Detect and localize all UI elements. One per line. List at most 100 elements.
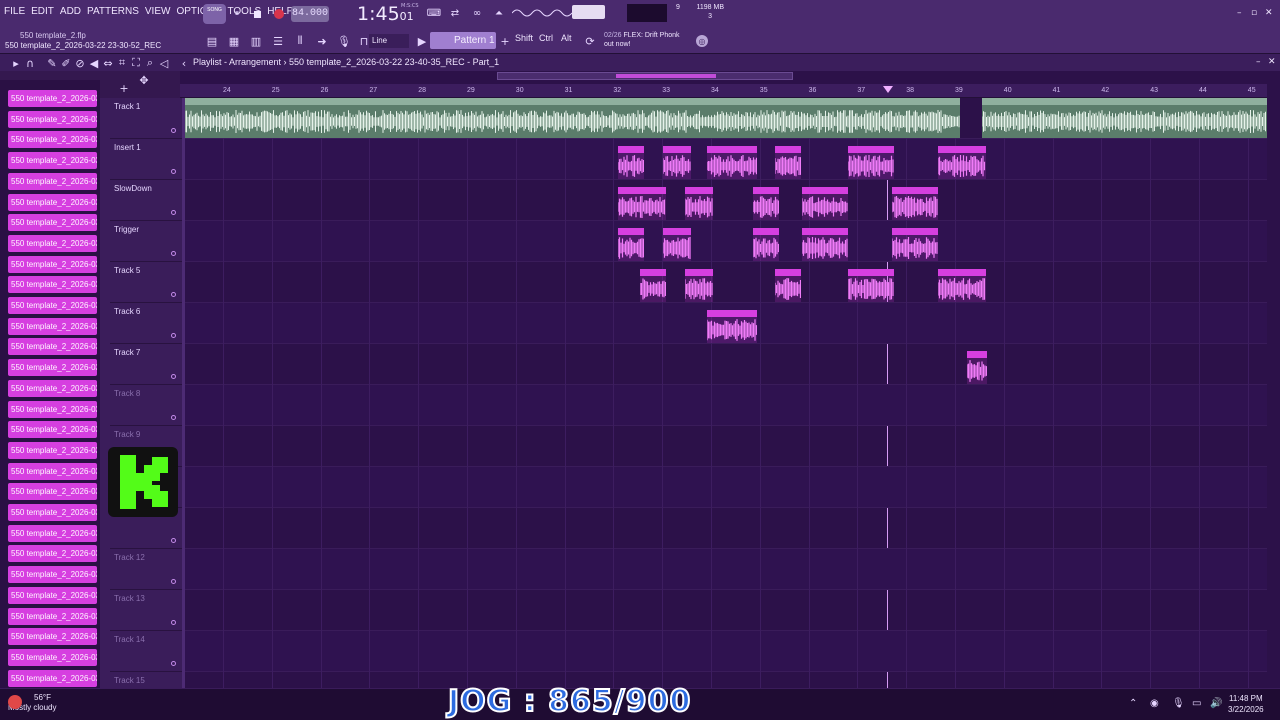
pattern-picker-item[interactable]: 550 template_2_2026-03...	[8, 607, 97, 625]
playhead-marker[interactable]	[883, 86, 893, 93]
playlist-lane[interactable]	[185, 590, 1267, 631]
browser-icon[interactable]: ☰	[270, 33, 286, 49]
pattern-clip[interactable]: 55..C	[685, 187, 713, 220]
menu-view[interactable]: VIEW	[145, 6, 171, 17]
track-led-icon[interactable]	[171, 374, 176, 379]
pattern-clip[interactable]: 550 te..._REC	[938, 146, 986, 179]
record-button[interactable]	[270, 6, 288, 22]
step-edit-icon[interactable]: ⇄	[446, 6, 464, 21]
pattern-clip[interactable]: 550 te..._REC	[707, 146, 757, 179]
pause-button[interactable]: ⏸	[228, 6, 246, 22]
play-pattern-icon[interactable]: ▶	[414, 33, 430, 49]
playlist-lane[interactable]	[185, 221, 1267, 262]
track-led-icon[interactable]	[171, 415, 176, 420]
playlist-lanes[interactable]: Chris Wackem x JaeB - Sha Boing Boing Chr…	[185, 98, 1267, 688]
playlist-lane[interactable]	[185, 426, 1267, 467]
tempo-display[interactable]: 84.000	[291, 6, 329, 22]
metronome-icon[interactable]: ⏶	[490, 6, 508, 21]
pattern-clip[interactable]: 55..C	[753, 187, 779, 220]
pattern-clip[interactable]: 550 t..._REC	[802, 228, 848, 261]
playlist-lane[interactable]	[185, 344, 1267, 385]
track-led-icon[interactable]	[171, 661, 176, 666]
pattern-clip[interactable]: 55..EC	[938, 269, 986, 302]
track-header[interactable]: Trigger	[110, 221, 182, 262]
menu-add[interactable]: ADD	[60, 6, 81, 17]
track-led-icon[interactable]	[171, 128, 176, 133]
pattern-clip[interactable]	[967, 351, 987, 384]
track-header[interactable]: Track 1	[110, 98, 182, 139]
pattern-picker-item[interactable]: 550 template_2_2026-03...	[8, 483, 97, 501]
pattern-picker-item[interactable]: 550 template_2_2026-03...	[8, 276, 97, 294]
track-led-icon[interactable]	[171, 620, 176, 625]
piano-roll-icon[interactable]: ▦	[226, 33, 242, 49]
track-led-icon[interactable]	[171, 538, 176, 543]
pattern-selector[interactable]: Pattern 1	[430, 32, 496, 49]
track-header[interactable]: Track 6	[110, 303, 182, 344]
pattern-picker-item[interactable]: 550 template_2_2026-03...	[8, 462, 97, 480]
song-time-display[interactable]: 1:4501 M:S:CS	[357, 3, 419, 25]
pattern-picker-item[interactable]: 550 template_2_2026-03...	[8, 172, 97, 190]
playlist-close-icon[interactable]: ✕	[1268, 57, 1276, 67]
pattern-clip[interactable]: 550 t..._REC	[892, 228, 938, 261]
track-led-icon[interactable]	[171, 292, 176, 297]
menu-file[interactable]: FILE	[4, 6, 25, 17]
pattern-picker-item[interactable]: 550 template_2_2026-03...	[8, 545, 97, 563]
pattern-picker-item[interactable]: 550 template_2_2026-03...	[8, 566, 97, 584]
pattern-picker-item[interactable]: 550 template_2_2026-03...	[8, 90, 97, 107]
channel-rack-icon[interactable]: ▥	[248, 33, 264, 49]
track-led-icon[interactable]	[171, 579, 176, 584]
microphone-tray-icon[interactable]: 🎙	[1172, 698, 1185, 709]
pattern-clip[interactable]: 55..C	[618, 228, 644, 261]
display-icon[interactable]: ▭	[1192, 698, 1201, 709]
pattern-picker-item[interactable]: 550 template_2_2026-03...	[8, 338, 97, 356]
pattern-picker-item[interactable]: 550 template_2_2026-03...	[8, 504, 97, 521]
pattern-picker-item[interactable]: 550 template_2_2026-03...	[8, 524, 97, 542]
snap-selector[interactable]: Line	[369, 34, 409, 48]
alt-key-button[interactable]: Alt	[561, 33, 572, 43]
menu-edit[interactable]: EDIT	[31, 6, 54, 17]
pattern-picker-item[interactable]: 550 template_2_2026-03...	[8, 131, 97, 149]
pattern-picker-item[interactable]: 550 template_2_2026-03...	[8, 234, 97, 252]
pattern-picker-item[interactable]: 550 template_2_2026-03...	[8, 669, 97, 687]
song-mode-button[interactable]: SONG	[203, 4, 226, 24]
playback-tool-icon[interactable]: ◁	[156, 55, 172, 71]
scrollbar-thumb[interactable]	[616, 74, 716, 78]
pattern-clip[interactable]: 550 te..._REC	[707, 310, 757, 343]
track-led-icon[interactable]	[171, 169, 176, 174]
tray-chevron-icon[interactable]: ⌃	[1129, 698, 1137, 709]
close-icon[interactable]: ✕	[1265, 8, 1273, 18]
pattern-picker-item[interactable]: 550 template_2_2026-03...	[8, 317, 97, 335]
audio-clip[interactable]: Chris Wackem x JaeB - Sha Boing Boing	[982, 98, 1267, 138]
menu-patterns[interactable]: PATTERNS	[87, 6, 139, 17]
pattern-clip[interactable]: 550 t..._REC	[848, 269, 894, 302]
shift-key-button[interactable]: Shift	[515, 33, 533, 43]
pattern-picker-item[interactable]: 550 template_2_2026-03...	[8, 359, 97, 377]
typing-keyboard-icon[interactable]: ⌨	[425, 6, 443, 21]
pattern-clip[interactable]: 55..EC	[685, 269, 713, 302]
news-icon[interactable]: ⟳	[582, 33, 598, 49]
pattern-picker-item[interactable]: 550 template_2_2026-03...	[8, 400, 97, 418]
ctrl-key-button[interactable]: Ctrl	[539, 33, 553, 43]
pattern-clip[interactable]: 55..C	[618, 187, 666, 220]
maximize-icon[interactable]: ▫	[1251, 8, 1257, 18]
track-header[interactable]: SlowDown	[110, 180, 182, 221]
scroll-move-icon[interactable]: ✥	[136, 72, 152, 88]
pattern-picker-item[interactable]: 550 template_2_2026-03...	[8, 110, 97, 128]
network-app-icon[interactable]: ◉	[1150, 698, 1159, 709]
playlist-lane[interactable]	[185, 508, 1267, 549]
stop-button[interactable]	[248, 6, 266, 22]
volume-icon[interactable]: 🔊	[1210, 698, 1222, 709]
weather-widget[interactable]: 56°F Mostly cloudy	[8, 693, 56, 713]
playlist-window-icon[interactable]: ▤	[204, 33, 220, 49]
pattern-clip[interactable]: 55..C	[663, 146, 691, 179]
pattern-clip[interactable]: 55..C	[775, 146, 801, 179]
track-header[interactable]: Track 5	[110, 262, 182, 303]
pattern-picker-item[interactable]: 550 template_2_2026-03...	[8, 152, 97, 170]
playlist-lane[interactable]	[185, 180, 1267, 221]
pattern-picker-item[interactable]: 550 template_2_2026-03...	[8, 193, 97, 211]
playlist-lane[interactable]	[185, 631, 1267, 672]
pattern-clip[interactable]: 550 t..._REC	[802, 187, 848, 220]
playlist-lane[interactable]	[185, 385, 1267, 426]
magnet-snap-icon[interactable]: ∩	[22, 55, 38, 71]
pattern-picker-item[interactable]: 550 template_2_2026-03...	[8, 379, 97, 397]
